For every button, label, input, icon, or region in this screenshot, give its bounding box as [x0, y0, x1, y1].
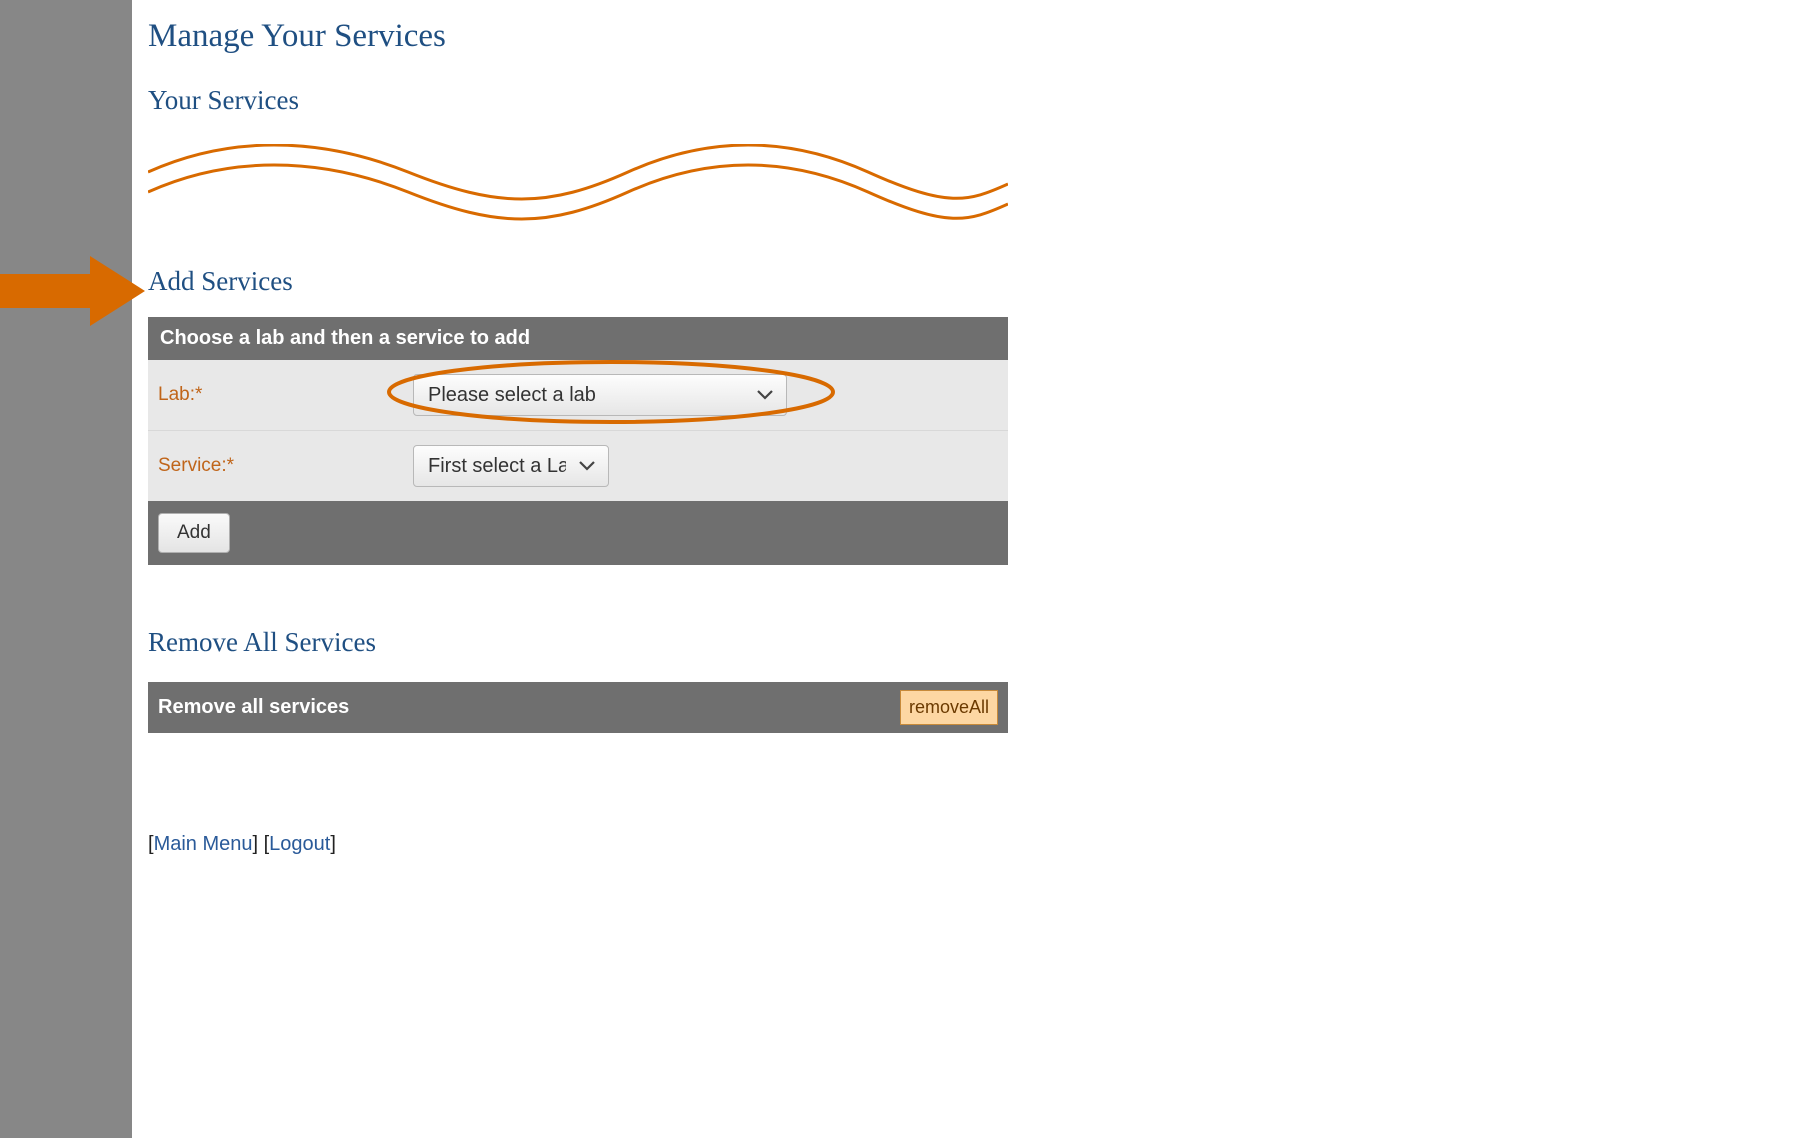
bracket-sep: ] [ — [253, 833, 270, 855]
add-panel-footer: Add — [148, 501, 1008, 565]
add-services-section: Add Services Choose a lab and then a ser… — [148, 266, 1148, 565]
remove-services-section: Remove All Services Remove all services … — [148, 627, 1148, 733]
add-panel-header: Choose a lab and then a service to add — [148, 317, 1008, 360]
service-row: Service:* First select a Lab — [148, 431, 1008, 501]
main-menu-link[interactable]: Main Menu — [154, 833, 253, 855]
page-title: Manage Your Services — [148, 18, 1148, 55]
remove-bar-label: Remove all services — [158, 696, 349, 719]
lab-row: Lab:* Please select a lab — [148, 360, 1008, 431]
service-label: Service:* — [158, 455, 413, 477]
remove-services-heading: Remove All Services — [148, 627, 1148, 658]
lab-select-wrap: Please select a lab — [413, 374, 787, 416]
service-select-wrap: First select a Lab — [413, 445, 609, 487]
lab-select[interactable]: Please select a lab — [413, 374, 787, 416]
add-button[interactable]: Add — [158, 513, 230, 553]
bracket-close: ] — [330, 833, 336, 855]
add-panel-body: Lab:* Please select a lab S — [148, 360, 1008, 501]
lab-label: Lab:* — [158, 384, 413, 406]
arrow-right-icon — [0, 256, 145, 326]
sidebar — [0, 0, 132, 1138]
logout-link[interactable]: Logout — [269, 833, 330, 855]
add-services-heading: Add Services — [148, 266, 1148, 297]
remove-bar: Remove all services removeAll — [148, 682, 1008, 733]
footer-links: [Main Menu] [Logout] — [148, 833, 1148, 856]
service-select[interactable]: First select a Lab — [413, 445, 609, 487]
remove-all-button[interactable]: removeAll — [900, 690, 998, 725]
wave-annotation-icon — [148, 144, 1008, 229]
main-content: Manage Your Services Your Services Add S… — [148, 18, 1148, 856]
your-services-heading: Your Services — [148, 85, 1148, 116]
add-services-panel: Choose a lab and then a service to add L… — [148, 317, 1008, 565]
